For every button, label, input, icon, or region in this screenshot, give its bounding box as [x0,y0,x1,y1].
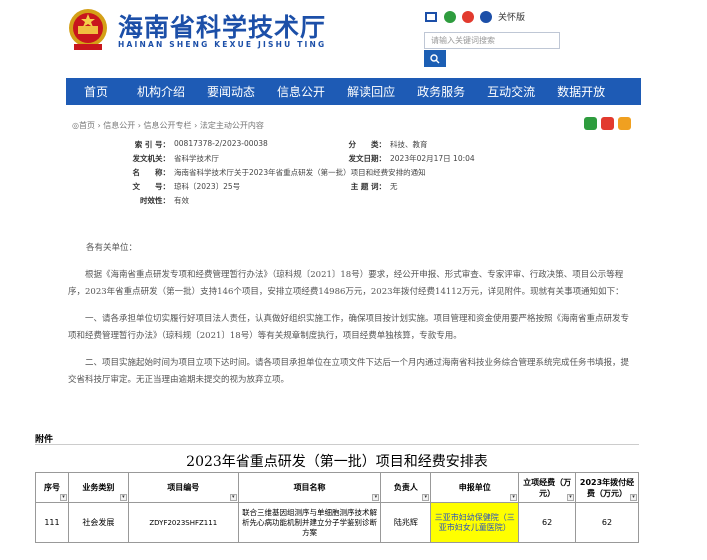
care-version-link[interactable]: 关怀版 [498,10,525,23]
filter-dropdown-icon: ▾ [59,494,67,501]
table-row: 111 社会发展 ZDYF2023SHFZ111 联合三维基因组测序与单细胞测序… [35,502,639,543]
nav-info-disclosure[interactable]: 信息公开 [266,83,336,100]
search-button[interactable] [424,50,446,67]
meta-category-value: 科技、教育 [390,139,428,149]
nav-news[interactable]: 要闻动态 [196,83,266,100]
main-content: ◎首页 › 信息公开 › 信息公开专栏 › 法定主动公开内容 索 引 号： 008… [66,105,641,430]
col-header-type[interactable]: 业务类别 ▾ [67,472,129,503]
cell-code: ZDYF2023SHFZ111 [127,502,239,543]
meta-docno-label: 文 号： [132,181,171,191]
meta-name-value: 海南省科学技术厅关于2023年省重点研发（第一批）项目和经费安排的通知 [174,167,426,177]
greeting: 各有关单位： [86,243,138,253]
meta-date-value: 2023年02月17日 10:04 [390,153,475,163]
meta-topic-label: 主 题 词： [350,181,386,191]
meta-category-label: 分 类： [348,139,387,149]
meta-topic-value: 无 [390,181,398,191]
table-title: 2023年省重点研发（第一批）项目和经费安排表 [186,454,488,470]
site-header: 海南省科学技术厅 HAINAN SHENG KEXUE JISHU TING 关… [0,0,707,78]
divider [35,444,639,445]
table-header-row: 序号 ▾ 业务类别 ▾ 项目编号 ▾ 项目名称 ▾ 负责人 ▾ 申报单位 ▾ 立项经费（万元… [35,472,639,503]
filter-dropdown-icon: ▾ [510,494,518,501]
national-emblem-icon [69,9,107,50]
col-header-leader[interactable]: 负责人 ▾ [380,472,432,503]
meta-index-label: 索 引 号： [134,139,170,149]
meta-issuer-label: 发文机关： [132,153,171,163]
project-table: 序号 ▾ 业务类别 ▾ 项目编号 ▾ 项目名称 ▾ 负责人 ▾ 申报单位 ▾ 立项经费（万元… [35,472,639,543]
nav-home[interactable]: 首页 [66,83,126,100]
favorite-star-icon[interactable] [618,117,631,130]
meta-date-label: 发文日期： [348,153,387,163]
meta-name-label: 名 称： [132,167,171,177]
filter-dropdown-icon: ▾ [372,494,380,501]
search-input[interactable]: 请输入关键词搜索 [424,32,560,49]
paragraph-1: 根据《海南省重点研发专项和经费管理暂行办法》（琼科规〔2021〕18号）要求，经… [68,270,624,297]
cell-unit: 三亚市妇幼保健院（三亚市妇女儿童医院） [430,502,520,543]
col-header-no[interactable]: 序号 ▾ [35,472,69,503]
cell-leader: 陆兆辉 [380,502,432,543]
accessibility-icon[interactable] [480,10,492,23]
cell-type: 社会发展 [67,502,129,543]
main-nav: 首页 机构介绍 要闻动态 信息公开 解读回应 政务服务 互动交流 数据开放 [66,78,641,105]
breadcrumb[interactable]: ◎首页 › 信息公开 › 信息公开专栏 › 法定主动公开内容 [72,120,264,131]
cell-funding-2023: 62 [575,502,639,543]
filter-dropdown-icon: ▾ [422,494,430,501]
meta-docno-value: 琼科〔2023〕25号 [174,181,241,191]
mobile-site-icon[interactable] [424,11,438,23]
col-header-name[interactable]: 项目名称 ▾ [237,472,382,503]
share-bar [584,117,631,130]
site-title-english: HAINAN SHENG KEXUE JISHU TING [118,40,327,49]
filter-dropdown-icon: ▾ [567,494,575,501]
nav-interpretation[interactable]: 解读回应 [336,83,406,100]
cell-funding: 62 [518,502,577,543]
meta-index-value: 00817378-2/2023-00038 [174,138,268,148]
share-wechat-icon[interactable] [584,117,597,130]
article-body: 各有关单位： 根据《海南省重点研发专项和经费管理暂行办法》（琼科规〔2021〕1… [68,240,634,399]
col-header-funding-2023[interactable]: 2023年拨付经费（万元） ▾ [575,472,639,503]
meta-validity-value: 有效 [174,195,189,205]
share-weibo-icon[interactable] [601,117,614,130]
document-meta: 索 引 号： 00817378-2/2023-00038 分 类： 科技、教育 发文… [130,137,570,207]
cell-project-name: 联合三维基因组测序与单细胞测序技术解析先心病功能机制并建立分子学鉴别诊断方案 [237,502,382,543]
top-toolbar: 关怀版 [424,10,525,23]
nav-about[interactable]: 机构介绍 [126,83,196,100]
nav-open-data[interactable]: 数据开放 [546,83,616,100]
nav-services[interactable]: 政务服务 [406,83,476,100]
wechat-icon[interactable] [444,10,456,23]
cell-no: 111 [35,502,69,543]
filter-dropdown-icon: ▾ [630,494,637,501]
paragraph-3: 二、项目实施起始时间为项目立项下达时间。请各项目承担单位在立项文件下达后一个月内… [68,358,630,385]
filter-dropdown-icon: ▾ [119,494,127,501]
col-header-code[interactable]: 项目编号 ▾ [127,472,239,503]
meta-issuer-value: 省科学技术厅 [174,153,219,163]
col-header-funding[interactable]: 立项经费（万元） ▾ [518,472,577,503]
col-header-unit[interactable]: 申报单位 ▾ [430,472,520,503]
filter-dropdown-icon: ▾ [229,494,237,501]
meta-validity-label: 时效性： [140,195,170,205]
nav-interaction[interactable]: 互动交流 [476,83,546,100]
paragraph-2: 一、请各承担单位切实履行好项目法人责任，认真做好组织实施工作，确保项目按计划实施… [68,314,630,341]
site-title[interactable]: 海南省科学技术厅 [118,8,326,44]
search-icon [430,53,440,63]
weibo-icon[interactable] [462,10,474,23]
